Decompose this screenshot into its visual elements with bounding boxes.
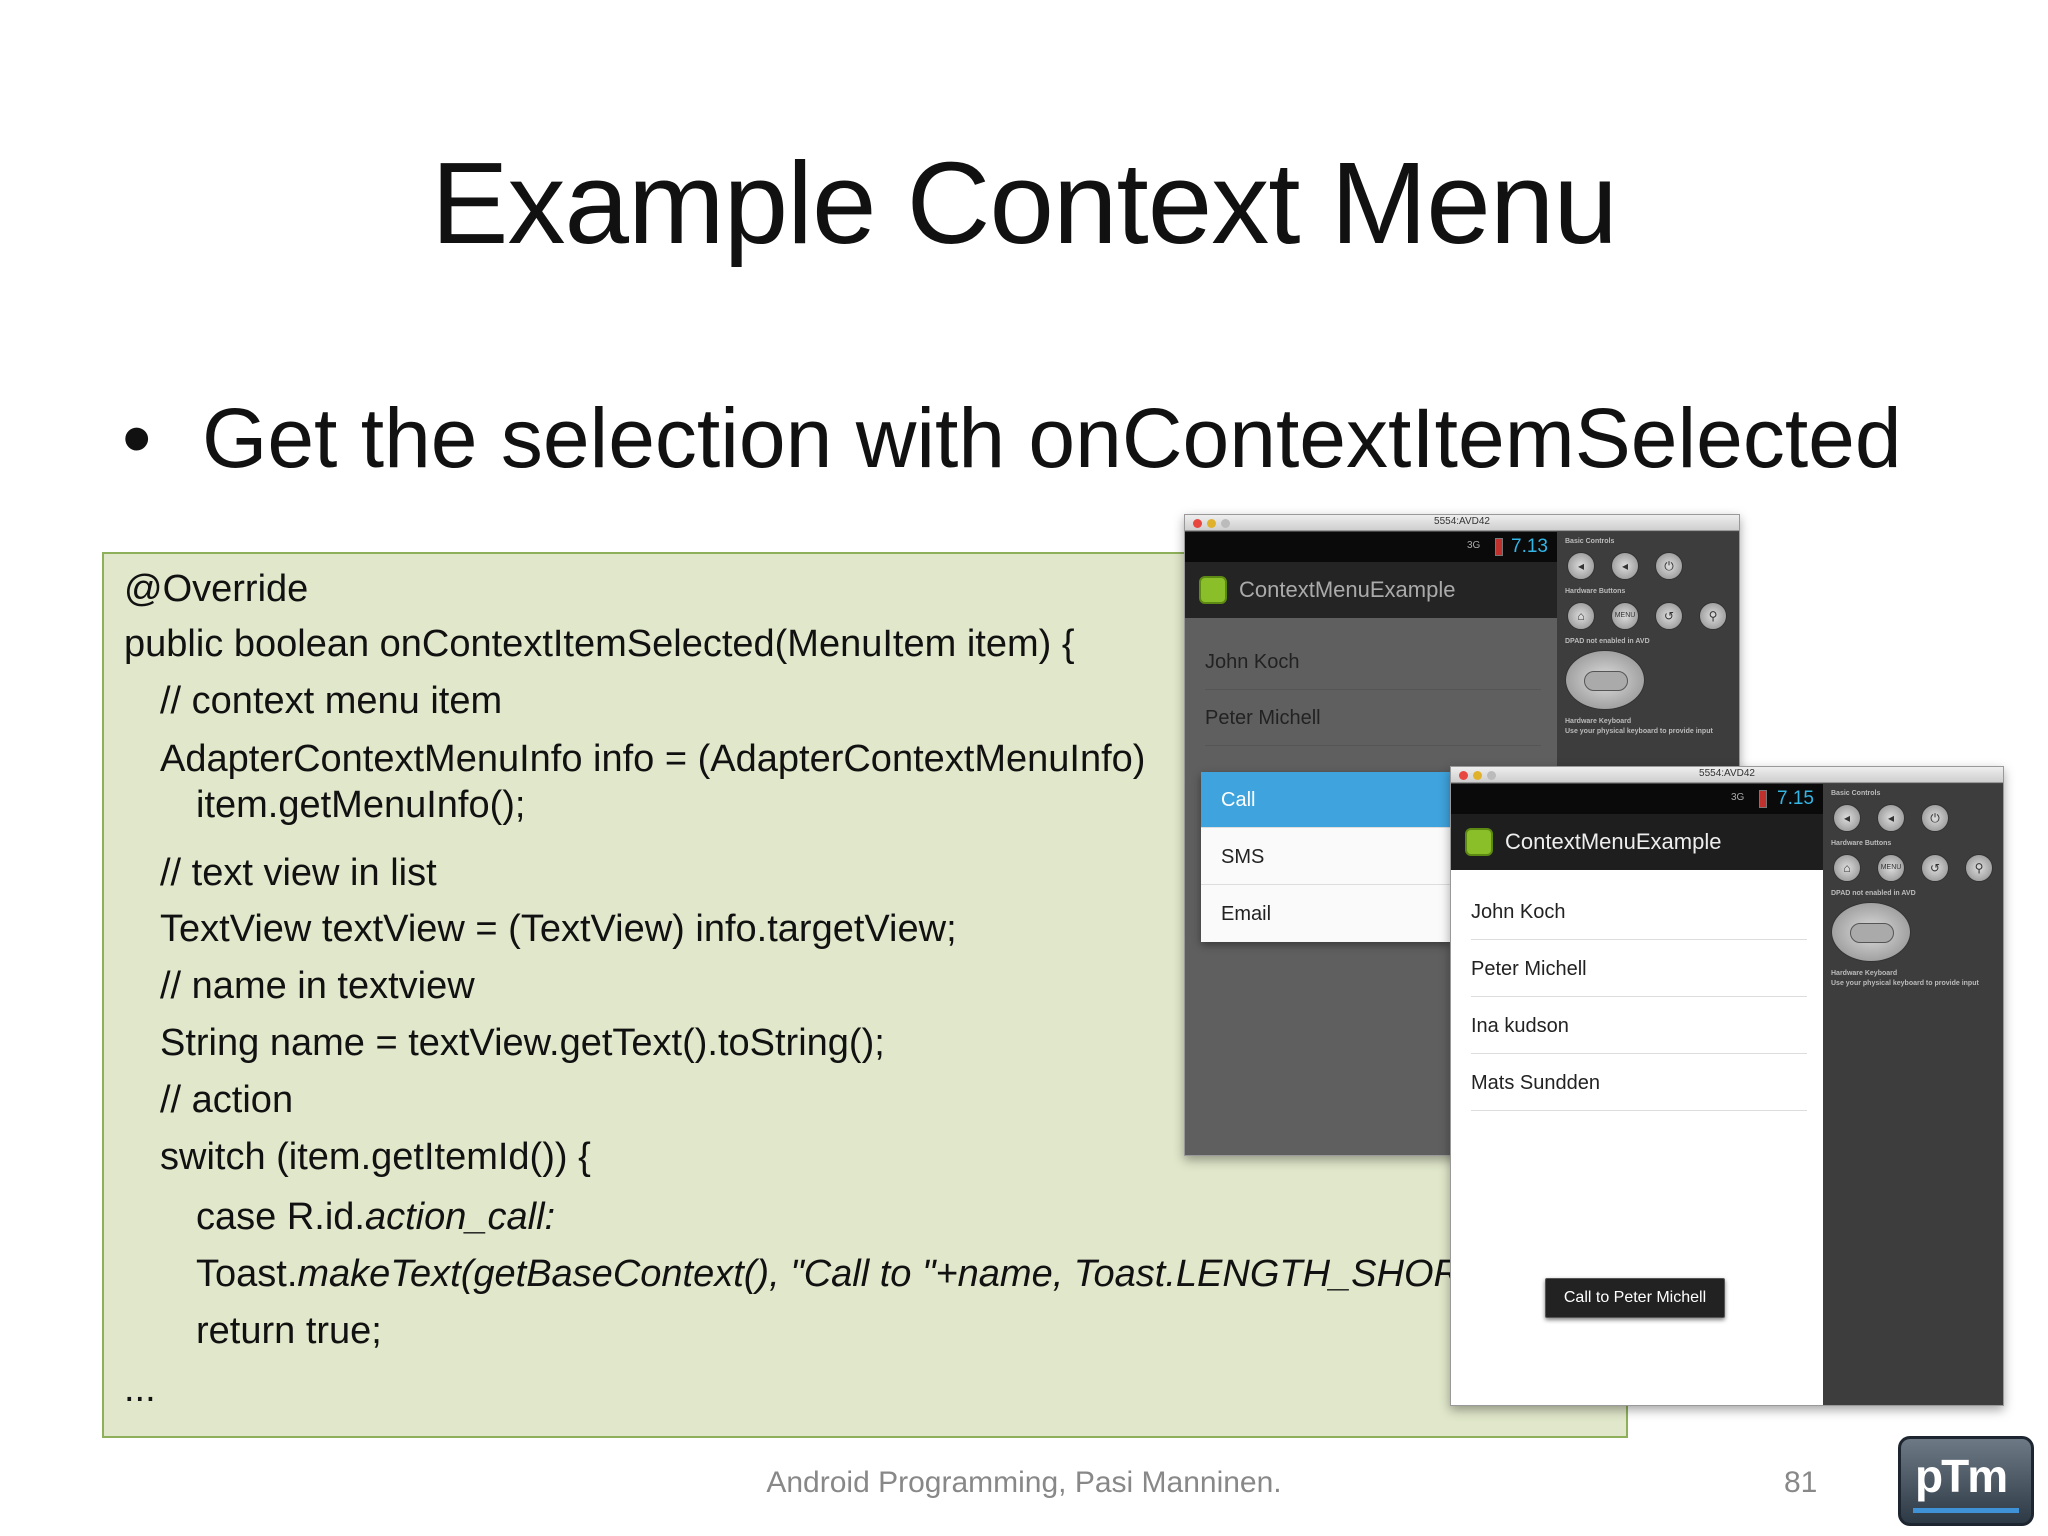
list-item[interactable]: John Koch [1205,634,1541,690]
app-title: ContextMenuExample [1505,829,1722,854]
menu-key-button[interactable]: MENU [1877,854,1905,882]
code-line: TextView textView = (TextView) info.targ… [160,908,957,950]
list-item[interactable]: Mats Sundden [1471,1055,1807,1111]
volume-up-icon[interactable]: ◂ [1877,804,1905,832]
code-line: // text view in list [160,852,437,894]
window-titlebar: 5554:AVD42 [1185,515,1739,531]
home-icon[interactable]: ⌂ [1567,602,1595,630]
panel-label: Basic Controls [1565,538,1615,545]
code-italic: action_call: [364,1196,556,1238]
search-icon[interactable]: ⚲ [1965,854,1993,882]
home-icon[interactable]: ⌂ [1833,854,1861,882]
code-italic: makeText(getBaseContext(), "Call to "+na… [297,1253,1547,1295]
code-text: case R.id. [196,1196,365,1238]
volume-down-icon[interactable]: ◂ [1567,552,1595,580]
android-app-icon [1199,576,1227,604]
search-icon[interactable]: ⚲ [1699,602,1727,630]
ptm-logo: pTm [1898,1436,2034,1526]
dpad-control[interactable] [1565,650,1645,710]
window-title: 5554:AVD42 [1699,768,1755,779]
bullet-text: Get the selection with onContextItemSele… [202,391,1902,485]
page-number: 81 [1784,1466,1818,1499]
menu-key-button[interactable]: MENU [1611,602,1639,630]
window-title: 5554:AVD42 [1434,516,1490,527]
panel-label: Basic Controls [1831,790,1881,797]
volume-down-icon[interactable]: ◂ [1833,804,1861,832]
signal-icon: 3G [1731,792,1745,803]
panel-label: DPAD not enabled in AVD [1831,890,1916,897]
list-item[interactable]: Peter Michell [1471,941,1807,997]
panel-label: Hardware Keyboard [1565,718,1632,725]
panel-label: Hardware Keyboard [1831,970,1898,977]
panel-hint: Use your physical keyboard to provide in… [1831,980,1979,987]
code-line: public boolean onContextItemSelected(Men… [124,623,1075,665]
menu-item-email[interactable]: Email [1201,886,1451,942]
code-line: ... [124,1368,156,1410]
code-line: // context menu item [160,680,503,722]
logo-text: pTm [1915,1450,2008,1502]
code-line: case R.id.action_call: [196,1196,555,1239]
power-icon[interactable]: ⏻ [1921,804,1949,832]
dpad-control[interactable] [1831,902,1911,962]
menu-item-sms[interactable]: SMS [1201,829,1451,885]
list-item[interactable]: Peter Michell [1205,690,1541,746]
list-item[interactable]: John Koch [1471,884,1807,940]
status-clock: 7.13 [1511,536,1548,557]
battery-icon [1759,790,1767,808]
list-item[interactable]: Ina kudson [1471,998,1807,1054]
action-bar: ContextMenuExample [1185,562,1557,618]
code-line: @Override [124,568,309,610]
panel-label: DPAD not enabled in AVD [1565,638,1650,645]
code-line: return true; [196,1310,382,1352]
volume-up-icon[interactable]: ◂ [1611,552,1639,580]
menu-item-call[interactable]: Call [1201,772,1451,828]
slide: Example Context Menu • Get the selection … [0,0,2048,1536]
panel-hint: Use your physical keyboard to provide in… [1565,728,1713,735]
code-line: // action [160,1079,294,1121]
back-icon[interactable]: ↺ [1655,602,1683,630]
emulator-window-2: 5554:AVD42 3G 7.15 ContextMenuExample Jo… [1450,766,2004,1406]
status-clock: 7.15 [1777,788,1814,809]
slide-footer: Android Programming, Pasi Manninen. [766,1466,1282,1499]
window-titlebar: 5554:AVD42 [1451,767,2003,783]
signal-icon: 3G [1467,540,1481,551]
emulator-controls-panel: Basic Controls ◂ ◂ ⏻ Hardware Buttons ⌂ … [1823,784,2003,1405]
code-line: // name in textview [160,965,475,1007]
bullet-point: • Get the selection with onContextItemSel… [122,388,1902,488]
slide-title: Example Context Menu [431,138,1618,268]
app-title: ContextMenuExample [1239,577,1456,602]
code-line: item.getMenuInfo(); [196,784,526,826]
android-app-icon [1465,828,1493,856]
back-icon[interactable]: ↺ [1921,854,1949,882]
bullet-dot: • [122,391,152,485]
code-line: switch (item.getItemId()) { [160,1136,591,1178]
status-bar: 3G 7.15 [1451,784,1823,814]
toast-message: Call to Peter Michell [1545,1278,1725,1318]
context-menu: Call SMS Email [1201,772,1451,942]
status-bar: 3G 7.13 [1185,532,1557,562]
device-screen: 3G 7.15 ContextMenuExample John Koch Pet… [1451,784,1823,1405]
code-line: Toast.makeText(getBaseContext(), "Call t… [196,1253,1547,1296]
panel-label: Hardware Buttons [1565,588,1626,595]
panel-label: Hardware Buttons [1831,840,1892,847]
power-icon[interactable]: ⏻ [1655,552,1683,580]
code-line: String name = textView.getText().toStrin… [160,1022,885,1064]
code-text: Toast. [196,1253,298,1295]
code-line: AdapterContextMenuInfo info = (AdapterCo… [160,738,1146,780]
battery-icon [1495,538,1503,556]
action-bar: ContextMenuExample [1451,814,1823,870]
